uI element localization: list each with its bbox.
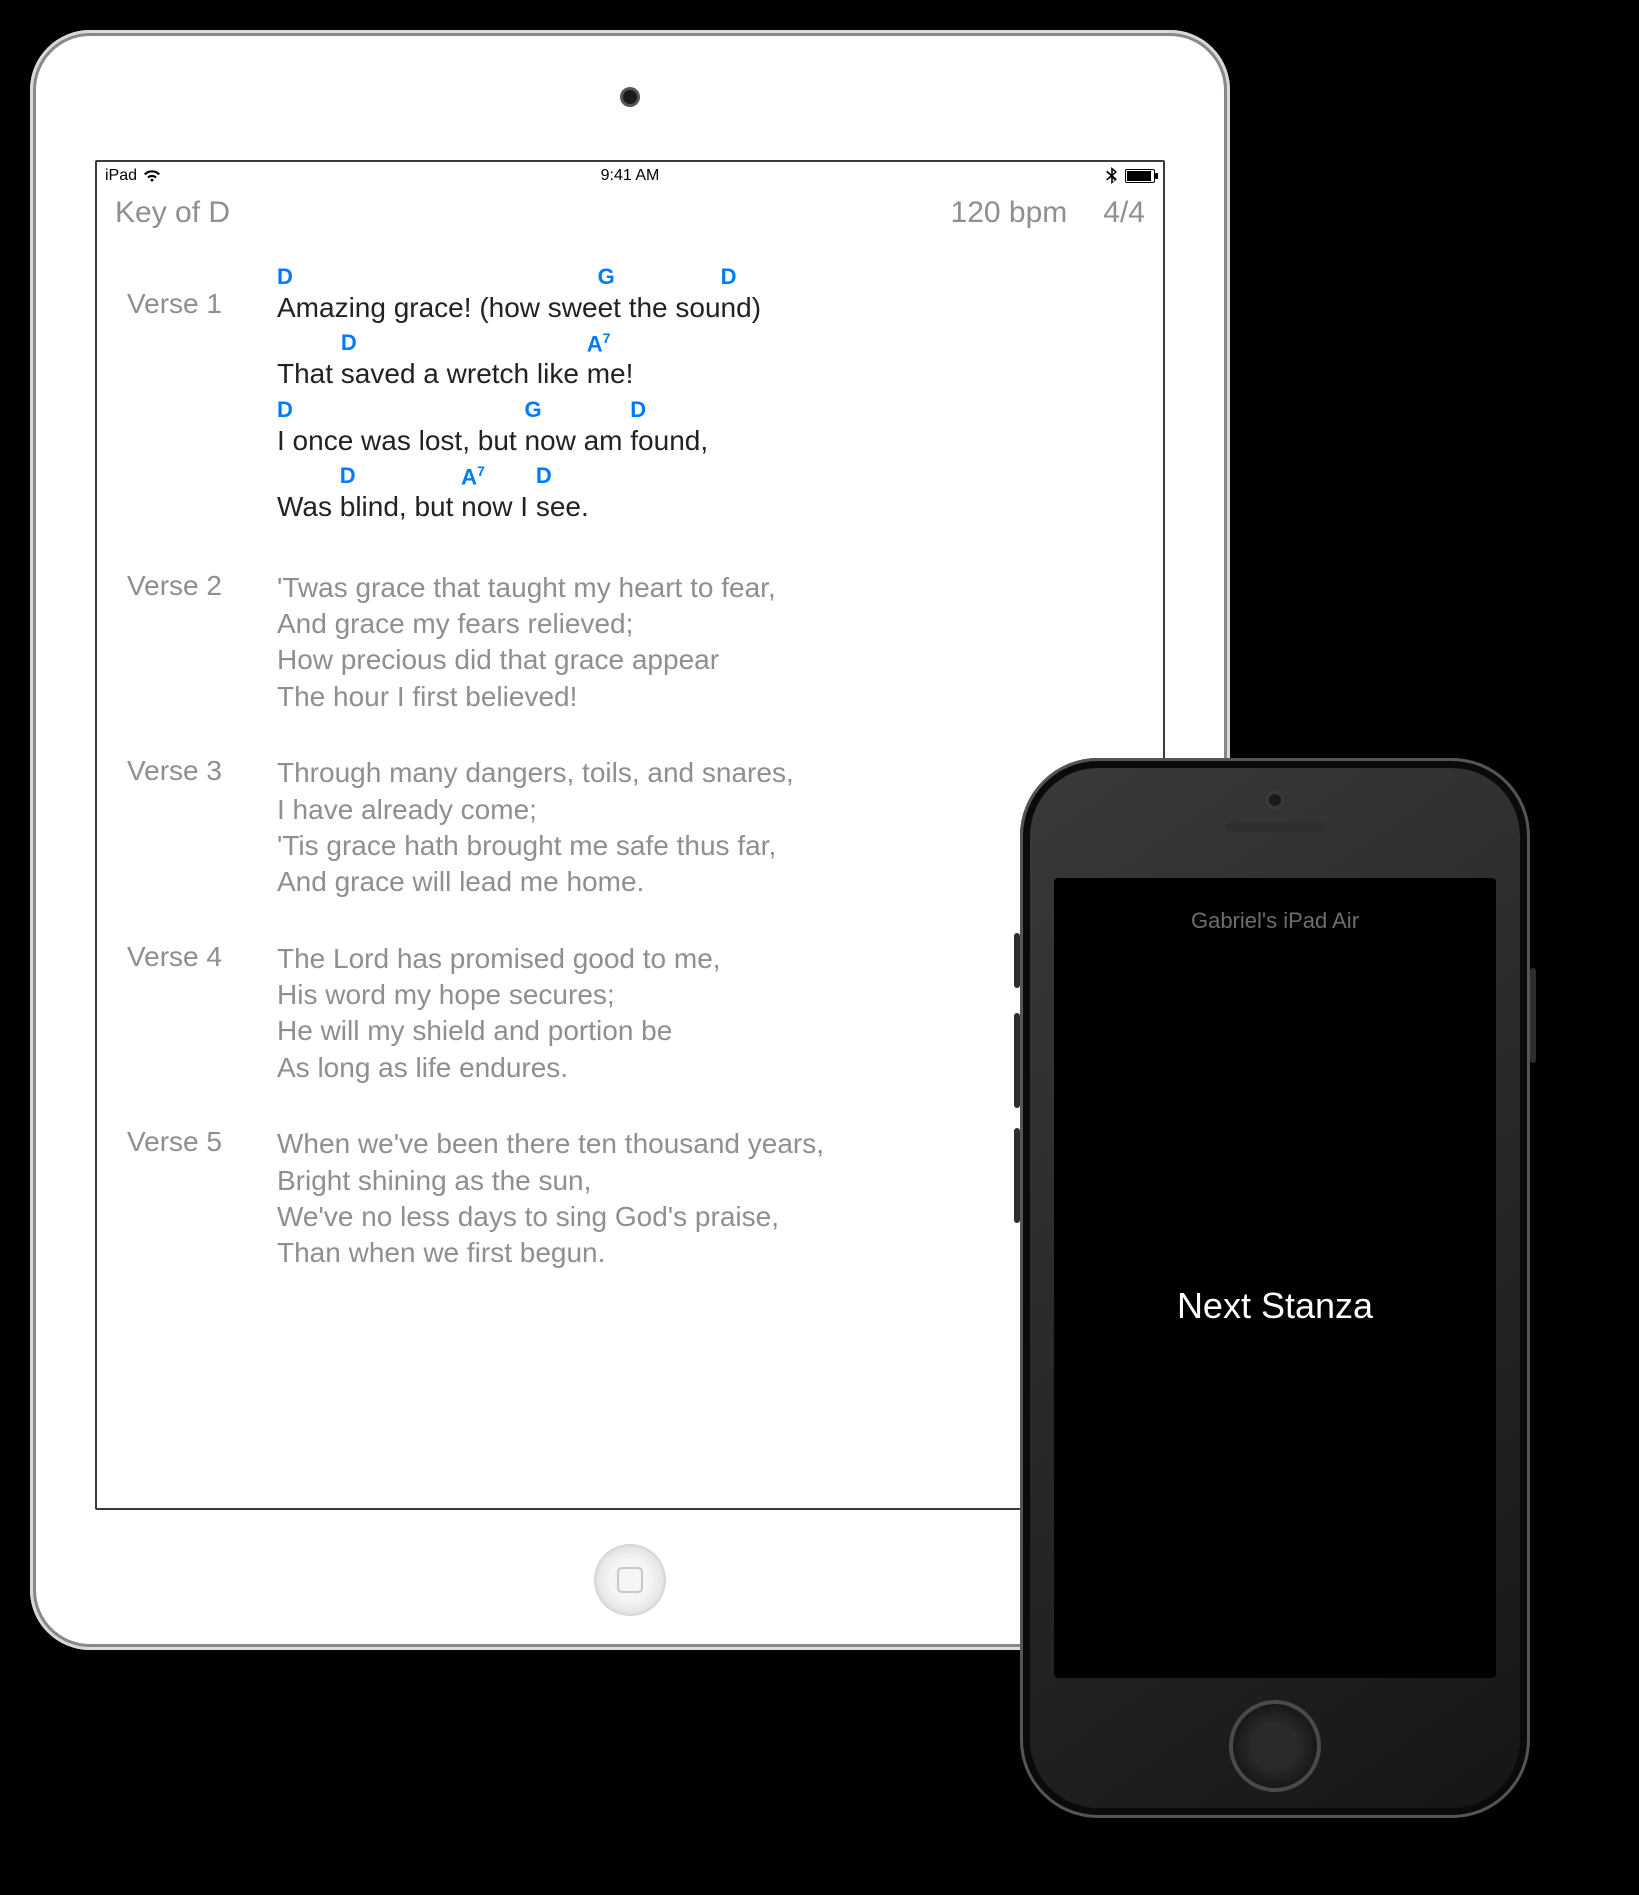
connected-device-label: Gabriel's iPad Air — [1191, 908, 1359, 934]
lyric-text: The Lord has promised good to me, — [277, 941, 1133, 977]
lyric-line: As long as life endures. — [277, 1050, 1133, 1086]
chord-row: D A7 D — [277, 463, 1133, 489]
verse-label: Verse 1 — [127, 264, 277, 530]
lyric-text: I once was lost, but now am found, — [277, 423, 1133, 459]
chord-row: DGD — [277, 397, 1133, 423]
lyric-line: How precious did that grace appear — [277, 642, 1133, 678]
iphone-volume-down[interactable] — [1014, 1128, 1020, 1223]
status-bar: iPad 9:41 AM — [97, 162, 1163, 190]
lyric-line: D A7 DWas blind, but now I see. — [277, 463, 1133, 525]
status-device-label: iPad — [105, 167, 137, 185]
lyric-text: His word my hope secures; — [277, 977, 1133, 1013]
wifi-icon — [143, 169, 161, 183]
chord-suffix: 7 — [603, 330, 611, 346]
lyric-text: That saved a wretch like me! — [277, 356, 1133, 392]
iphone-mute-switch[interactable] — [1014, 933, 1020, 988]
ipad-camera — [623, 90, 637, 104]
time-signature-label[interactable]: 4/4 — [1103, 196, 1145, 230]
lyric-line: 'Twas grace that taught my heart to fear… — [277, 570, 1133, 606]
verse-block[interactable]: Verse 4The Lord has promised good to me,… — [127, 941, 1133, 1087]
verse-label: Verse 4 — [127, 941, 277, 1087]
lyric-line: The Lord has promised good to me, — [277, 941, 1133, 977]
song-toolbar: Key of D 120 bpm 4/4 — [97, 190, 1163, 234]
lyric-line: Bright shining as the sun, — [277, 1163, 1133, 1199]
chord: D — [340, 463, 356, 489]
lyric-text: When we've been there ten thousand years… — [277, 1126, 1133, 1162]
bpm-label[interactable]: 120 bpm — [951, 196, 1068, 230]
lyric-text: Than when we first begun. — [277, 1235, 1133, 1271]
ipad-screen: iPad 9:41 AM Key of D 120 bpm 4/4 Verse … — [95, 160, 1165, 1510]
lyric-line: I have already come; — [277, 792, 1133, 828]
lyric-line: Through many dangers, toils, and snares, — [277, 755, 1133, 791]
key-label[interactable]: Key of D — [115, 196, 230, 230]
verse-block[interactable]: Verse 1DGDAmazing grace! (how sweet the … — [127, 264, 1133, 530]
lyric-text: The hour I first believed! — [277, 679, 1133, 715]
verse-body: Through many dangers, toils, and snares,… — [277, 755, 1133, 901]
verse-block[interactable]: Verse 2'Twas grace that taught my heart … — [127, 570, 1133, 716]
verse-label: Verse 2 — [127, 570, 277, 716]
verse-body: The Lord has promised good to me,His wor… — [277, 941, 1133, 1087]
status-time: 9:41 AM — [601, 167, 660, 185]
lyric-text: Amazing grace! (how sweet the sound) — [277, 290, 1133, 326]
lyric-text: And grace will lead me home. — [277, 864, 1133, 900]
verse-block[interactable]: Verse 3Through many dangers, toils, and … — [127, 755, 1133, 901]
iphone-speaker — [1225, 822, 1325, 832]
chord-suffix: 7 — [477, 463, 485, 479]
lyric-text: 'Twas grace that taught my heart to fear… — [277, 570, 1133, 606]
lyrics-content[interactable]: Verse 1DGDAmazing grace! (how sweet the … — [97, 234, 1163, 1272]
lyric-line: When we've been there ten thousand years… — [277, 1126, 1133, 1162]
battery-icon — [1125, 169, 1155, 183]
chord: G — [524, 397, 541, 423]
lyric-line: 'Tis grace hath brought me safe thus far… — [277, 828, 1133, 864]
verse-body: DGDAmazing grace! (how sweet the sound)D… — [277, 264, 1133, 530]
lyric-line: His word my hope secures; — [277, 977, 1133, 1013]
lyric-line: He will my shield and portion be — [277, 1013, 1133, 1049]
iphone-home-button[interactable] — [1229, 1700, 1321, 1792]
lyric-line: D G DAmazing grace! (how sweet the sound) — [277, 264, 1133, 326]
lyric-line: D G DI once was lost, but now am found, — [277, 397, 1133, 459]
lyric-line: And grace will lead me home. — [277, 864, 1133, 900]
chord-row: D A7 — [277, 330, 1133, 356]
lyric-text: How precious did that grace appear — [277, 642, 1133, 678]
lyric-text: Was blind, but now I see. — [277, 489, 1133, 525]
bluetooth-icon — [1106, 167, 1117, 185]
lyric-line: The hour I first believed! — [277, 679, 1133, 715]
next-stanza-button[interactable]: Next Stanza — [1177, 1285, 1373, 1327]
lyric-text: Bright shining as the sun, — [277, 1163, 1133, 1199]
lyric-text: Through many dangers, toils, and snares, — [277, 755, 1133, 791]
lyric-text: I have already come; — [277, 792, 1133, 828]
chord: D — [721, 264, 737, 290]
lyric-text: We've no less days to sing God's praise, — [277, 1199, 1133, 1235]
lyric-text: As long as life endures. — [277, 1050, 1133, 1086]
chord-row: DGD — [277, 264, 1133, 290]
chord: G — [598, 264, 615, 290]
lyric-line: We've no less days to sing God's praise, — [277, 1199, 1133, 1235]
chord: A7 — [461, 463, 485, 490]
iphone-device-frame: Gabriel's iPad Air Next Stanza — [1020, 758, 1530, 1818]
chord: D — [277, 397, 293, 423]
chord: D — [536, 463, 552, 489]
chord: D — [277, 264, 293, 290]
chord: A7 — [587, 330, 611, 357]
lyric-line: D A7That saved a wretch like me! — [277, 330, 1133, 392]
lyric-text: 'Tis grace hath brought me safe thus far… — [277, 828, 1133, 864]
chord: D — [630, 397, 646, 423]
lyric-line: And grace my fears relieved; — [277, 606, 1133, 642]
iphone-power-button[interactable] — [1530, 968, 1536, 1063]
verse-body: When we've been there ten thousand years… — [277, 1126, 1133, 1272]
lyric-line: Than when we first begun. — [277, 1235, 1133, 1271]
iphone-camera — [1269, 794, 1281, 806]
verse-label: Verse 5 — [127, 1126, 277, 1272]
ipad-home-button[interactable] — [594, 1544, 666, 1616]
iphone-volume-up[interactable] — [1014, 1013, 1020, 1108]
iphone-screen: Gabriel's iPad Air Next Stanza — [1054, 878, 1496, 1678]
verse-block[interactable]: Verse 5When we've been there ten thousan… — [127, 1126, 1133, 1272]
lyric-text: And grace my fears relieved; — [277, 606, 1133, 642]
chord: D — [341, 330, 357, 356]
verse-label: Verse 3 — [127, 755, 277, 901]
lyric-text: He will my shield and portion be — [277, 1013, 1133, 1049]
verse-body: 'Twas grace that taught my heart to fear… — [277, 570, 1133, 716]
